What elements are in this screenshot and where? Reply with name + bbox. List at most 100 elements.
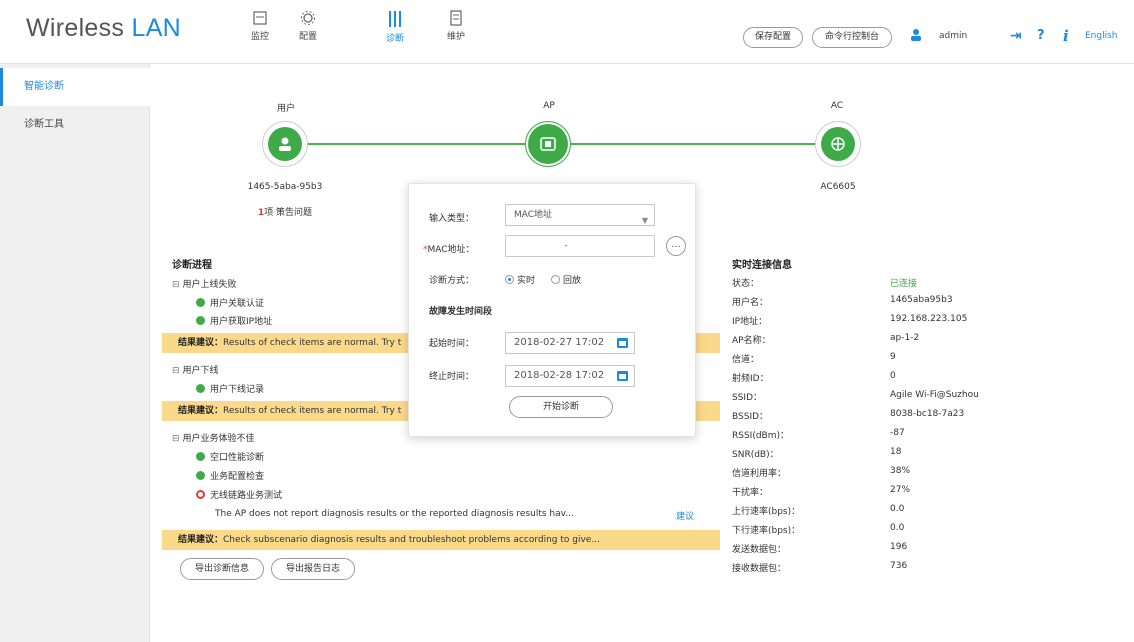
topology-ap-node[interactable]	[525, 121, 571, 167]
nav-diagnosis[interactable]: 诊断	[373, 10, 417, 44]
monitor-icon	[253, 11, 267, 25]
mode-option-label: 实时	[517, 276, 536, 286]
check-item[interactable]: 业务配置检查	[196, 469, 264, 482]
mode-radio-realtime[interactable]: 实时	[505, 273, 535, 286]
group-user-online-failed[interactable]: ⊟ 用户上线失败	[172, 277, 237, 290]
mac-label: *MAC地址：	[423, 242, 475, 255]
diagnosis-popup: 输入类型： MAC地址 ▼ *MAC地址： - 诊断方式： 实时 回放 故障发生时…	[408, 183, 696, 437]
info-value: -87	[890, 428, 905, 438]
check-item[interactable]: 空口性能诊断	[196, 450, 264, 463]
maintenance-icon	[450, 10, 462, 26]
input-type-label: 输入类型：	[429, 214, 475, 224]
info-value: 1465aba95b3	[890, 295, 953, 305]
sidebar-item-smart-diagnosis[interactable]: 智能诊断	[0, 68, 150, 106]
info-key: 接收数据包：	[732, 564, 787, 574]
check-ok-icon	[196, 316, 205, 325]
info-value: 8038-bc18-7a23	[890, 409, 965, 419]
ac-node-icon	[821, 127, 855, 161]
info-key: 干扰率：	[732, 488, 769, 498]
info-key: 信道利用率：	[732, 469, 787, 479]
export-log-button[interactable]: 导出报告日志	[271, 558, 355, 580]
check-label: 用户下线记录	[210, 385, 265, 395]
group-service-experience[interactable]: ⊟ 用户业务体验不佳	[172, 431, 255, 444]
info-key: IP地址：	[732, 317, 768, 327]
top-header: Wireless LAN 监控 配置 诊断 维护 保存配置 命令行控制台 adm…	[0, 0, 1134, 64]
info-value: Agile Wi-Fi@Suzhou	[890, 390, 979, 400]
check-label: 用户获取IP地址	[210, 317, 273, 327]
info-icon[interactable]: i	[1063, 27, 1069, 45]
topology-user-issues[interactable]: 1项 策告问题	[245, 205, 325, 218]
banner-text: Check subscenario diagnosis results and …	[223, 535, 600, 545]
gear-icon	[301, 11, 315, 25]
username-label[interactable]: admin	[939, 31, 967, 41]
topology-user-name: 1465-5aba-95b3	[247, 182, 323, 192]
banner-prefix: 结果建议：	[178, 535, 224, 545]
export-diagnosis-button[interactable]: 导出诊断信息	[180, 558, 264, 580]
nav-maintenance[interactable]: 维护	[434, 10, 478, 42]
brand-main: Wireless	[26, 14, 132, 42]
radio-icon	[551, 275, 560, 284]
save-config-button[interactable]: 保存配置	[743, 27, 803, 48]
check-ok-icon	[196, 471, 205, 480]
check-item[interactable]: 用户获取IP地址	[196, 314, 272, 327]
info-key: AP名称：	[732, 336, 771, 346]
collapse-icon: ⊟	[172, 434, 180, 444]
sidebar: 智能诊断 诊断工具	[0, 64, 150, 642]
topology-ac-node[interactable]	[815, 121, 861, 167]
info-key: SNR(dB)：	[732, 450, 779, 460]
check-item[interactable]: 用户下线记录	[196, 382, 264, 395]
group-user-offline[interactable]: ⊟ 用户下线	[172, 363, 219, 376]
info-key: SSID：	[732, 393, 763, 403]
mode-option-label: 回放	[563, 276, 582, 286]
diagnosis-process-title: 诊断进程	[172, 260, 212, 271]
calendar-icon[interactable]	[617, 371, 628, 381]
mac-address-input[interactable]: -	[505, 235, 655, 257]
info-key: 用户名：	[732, 298, 769, 308]
mac-value: -	[564, 241, 596, 251]
start-time-label: 起始时间：	[429, 339, 475, 349]
end-time-label: 终止时间：	[429, 372, 475, 382]
failure-detail-text: The AP does not report diagnosis results…	[215, 509, 574, 519]
language-switch[interactable]: English	[1085, 31, 1118, 41]
logout-icon[interactable]: ⇥	[1010, 28, 1022, 44]
topology-ac-label: AC	[830, 101, 844, 111]
topology-user-node[interactable]	[262, 121, 308, 167]
radio-selected-icon	[505, 275, 514, 284]
time-section-title: 故障发生时间段	[429, 307, 493, 317]
info-value: 9	[890, 352, 896, 362]
input-type-value: MAC地址	[514, 210, 553, 220]
topology-link-line	[305, 143, 845, 145]
help-icon[interactable]: ?	[1037, 28, 1045, 43]
suggestion-link[interactable]: 建议	[676, 509, 694, 522]
sidebar-item-diagnosis-tools[interactable]: 诊断工具	[0, 106, 150, 144]
start-diagnosis-button[interactable]: 开始诊断	[509, 396, 613, 418]
info-value: 192.168.223.105	[890, 314, 968, 324]
end-time-input[interactable]: 2018-02-28 17:02	[505, 365, 635, 387]
info-value: 196	[890, 542, 908, 552]
start-time-input[interactable]: 2018-02-27 17:02	[505, 332, 635, 354]
check-item-failed[interactable]: 无线链路业务测试	[196, 488, 282, 501]
start-time-value: 2018-02-27 17:02	[514, 337, 605, 348]
check-ok-icon	[196, 298, 205, 307]
end-time-value: 2018-02-28 17:02	[514, 370, 605, 381]
nav-config[interactable]: 配置	[286, 10, 330, 42]
input-type-select[interactable]: MAC地址 ▼	[505, 204, 655, 226]
info-value: 0	[890, 371, 896, 381]
banner-text: Results of check items are normal. Try t	[223, 338, 402, 348]
collapse-icon: ⊟	[172, 280, 180, 290]
info-value: 27%	[890, 485, 911, 495]
cli-console-button[interactable]: 命令行控制台	[812, 27, 892, 48]
user-node-icon	[268, 127, 302, 161]
calendar-icon[interactable]	[617, 338, 628, 348]
info-key: 下行速率(bps)：	[732, 526, 801, 536]
nav-monitor[interactable]: 监控	[238, 10, 282, 42]
check-label: 空口性能诊断	[210, 453, 265, 463]
check-item[interactable]: 用户关联认证	[196, 296, 264, 309]
mac-more-button[interactable]: ...	[666, 236, 686, 256]
check-ok-icon	[196, 452, 205, 461]
mode-radio-playback[interactable]: 回放	[551, 273, 581, 286]
collapse-icon: ⊟	[172, 366, 180, 376]
nav-diagnosis-label: 诊断	[385, 34, 404, 44]
check-label: 业务配置检查	[210, 472, 265, 482]
info-value: 736	[890, 561, 908, 571]
